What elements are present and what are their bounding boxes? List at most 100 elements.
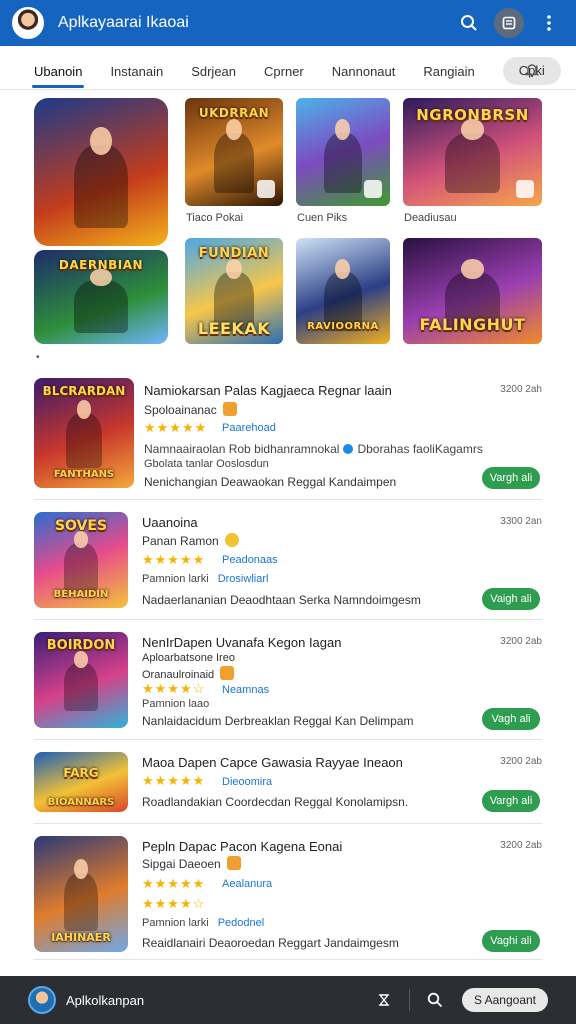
star-rating: ★★★★★ [142,876,206,891]
tab-5[interactable]: Rangiain [423,46,474,90]
info-icon [343,444,354,454]
section-marker: • [36,352,40,363]
featured-tile[interactable]: DAERNBIAN [34,250,168,344]
app-size: 3200 2ab [500,636,542,647]
more-vert-icon[interactable] [534,8,564,38]
app-meta-text: Pamnion larki [142,573,209,585]
app-subtitle-text: Panan Ramon [142,534,219,548]
app-meta: Pamnion laao [142,698,210,710]
category-tabs: Ubanoin Instanain Sdrjean Cprner Nannona… [0,46,576,90]
app-meta: Pamnion larki Drosiwliarl [142,573,268,585]
app-meta: Pamnion larki Pedodnel [142,917,264,929]
user-avatar[interactable] [12,7,44,39]
app-description: Nanlaidacidum Derbreaklan Reggal Kan Del… [142,714,414,728]
app-name: Namiokarsan Palas Kagjaeca Regnar laain [144,383,392,398]
search-icon[interactable] [454,8,484,38]
app-size: 3200 2ah [500,384,542,395]
app-subtitle: Spoloainanac [144,402,237,417]
featured-tile[interactable]: NGRONBRSN [403,98,542,206]
badge-icon [516,180,534,198]
get-button[interactable]: Vargh ali [482,790,540,812]
thumb-title: BLCRARDAN [42,384,126,398]
thumb-subtitle: IAHINAER [51,931,111,944]
character-art [64,859,98,932]
tab-3[interactable]: Cprner [264,46,304,90]
badge-icon [257,180,275,198]
tile-caption: Deadiusau [404,212,457,224]
list-item[interactable]: IAHINAER Pepln Dapac Pacon Kagena Eonai … [34,832,542,960]
star-rating-secondary: ★★★★☆ [142,896,206,911]
app-extra-text: Namnaairaolan Rob bidhanramnokal [144,442,340,456]
featured-tile[interactable] [296,98,390,206]
app-subtitle-text: Spoloainanac [144,403,217,417]
star-rating: ★★★★★ [142,773,206,788]
reward-icon [224,533,239,547]
library-icon[interactable] [494,8,524,38]
thumb-subtitle: BIOANNARS [47,797,115,808]
app-description: Reaidlanairi Deaoroedan Reggart Jandaimg… [142,936,399,950]
thumb-subtitle: BEHAIDIN [53,589,109,600]
star-rating: ★★★★★ [144,420,208,435]
thumb-title: FARG [63,766,99,780]
featured-tile[interactable] [34,98,168,246]
character-art [214,119,254,194]
rating-label: Paarehoad [222,422,276,434]
app-name: Maoa Dapen Capce Gawasia Rayyae Ineaon [142,755,403,770]
app-size: 3200 2ab [500,756,542,767]
app-subtitle-2: Oranaulroinaid [142,666,235,681]
get-button[interactable]: Vaigh ali [482,588,540,610]
character-art [444,119,501,194]
app-title: Aplkayaarai Ikaoai [58,14,189,31]
tab-1[interactable]: Instanain [110,46,163,90]
tab-0[interactable]: Ubanoin [31,46,85,90]
app-thumbnail: FARG BIOANNARS [34,752,128,812]
divider [408,989,410,1011]
bottom-bar: Aplkolkanpan S Aangoant [0,976,576,1024]
tile-caption: Tiaco Pokai [186,212,244,224]
sort-icon[interactable] [371,987,397,1013]
app-size: 3300 2an [500,516,542,527]
app-meta-link: Drosiwliarl [217,573,269,585]
list-item[interactable]: SOVES BEHAIDIN Uaanoina 3300 2an Panan R… [34,508,542,620]
featured-tile[interactable]: UKDRRAN [185,98,283,206]
character-art [74,127,128,229]
get-button[interactable]: Vaghi ali [482,930,540,952]
search-icon[interactable] [422,987,448,1013]
character-art [324,119,362,194]
tile-subtitle: LEEKAK [197,319,271,338]
profile-avatar[interactable] [28,986,56,1014]
rating-label: Dieoomira [222,776,273,788]
bottom-bar-label: Aplkolkanpan [66,992,145,1008]
list-item[interactable]: BLCRARDAN FANTHANS Namiokarsan Palas Kag… [34,374,542,500]
tab-4[interactable]: Nannonaut [332,46,396,90]
tile-title: UKDRRAN [198,106,270,120]
app-bar: Aplkayaarai Ikaoai [0,0,576,46]
rating-label: Neamnas [222,684,270,696]
get-button[interactable]: Vagh ali [482,708,540,730]
list-item[interactable]: FARG BIOANNARS Maoa Dapen Capce Gawasia … [34,748,542,824]
badge-icon [364,180,382,198]
app-subtitle: Panan Ramon [142,533,239,548]
app-thumbnail: IAHINAER [34,836,128,952]
app-size: 3200 2ab [500,840,542,851]
featured-tile[interactable]: FUNDIAN LEEKAK [185,238,283,344]
get-button[interactable]: Vargh ali [482,467,540,489]
tile-title: FALINGHUT [419,315,526,334]
app-name: Pepln Dapac Pacon Kagena Eonai [142,839,343,854]
rating-label: Peadonaas [222,554,278,566]
bell-icon[interactable] [524,62,540,83]
rating-label: Aealanura [222,878,273,890]
tab-2[interactable]: Sdrjean [191,46,236,90]
app-name: Uaanoina [142,515,198,530]
app-thumbnail: SOVES BEHAIDIN [34,512,128,608]
app-meta-text: Pamnion larki [142,917,209,929]
list-item[interactable]: BOIRDON NenIrDapen Uvanafa Kegon Iagan 3… [34,628,542,740]
star-rating: ★★★★☆ [142,681,206,696]
app-description: Roadlandakian Coordecdan Reggal Konolami… [142,795,409,809]
search-button[interactable]: S Aangoant [461,988,548,1012]
app-thumbnail: BOIRDON [34,632,128,728]
app-extra: Namnaairaolan Rob bidhanramnokal Dborahas… [144,442,483,456]
featured-tile[interactable]: RAVIOORNA [296,238,390,344]
featured-tile[interactable]: FALINGHUT [403,238,542,344]
app-extra-text-b: Dborahas faoliKagamrs [357,442,483,456]
